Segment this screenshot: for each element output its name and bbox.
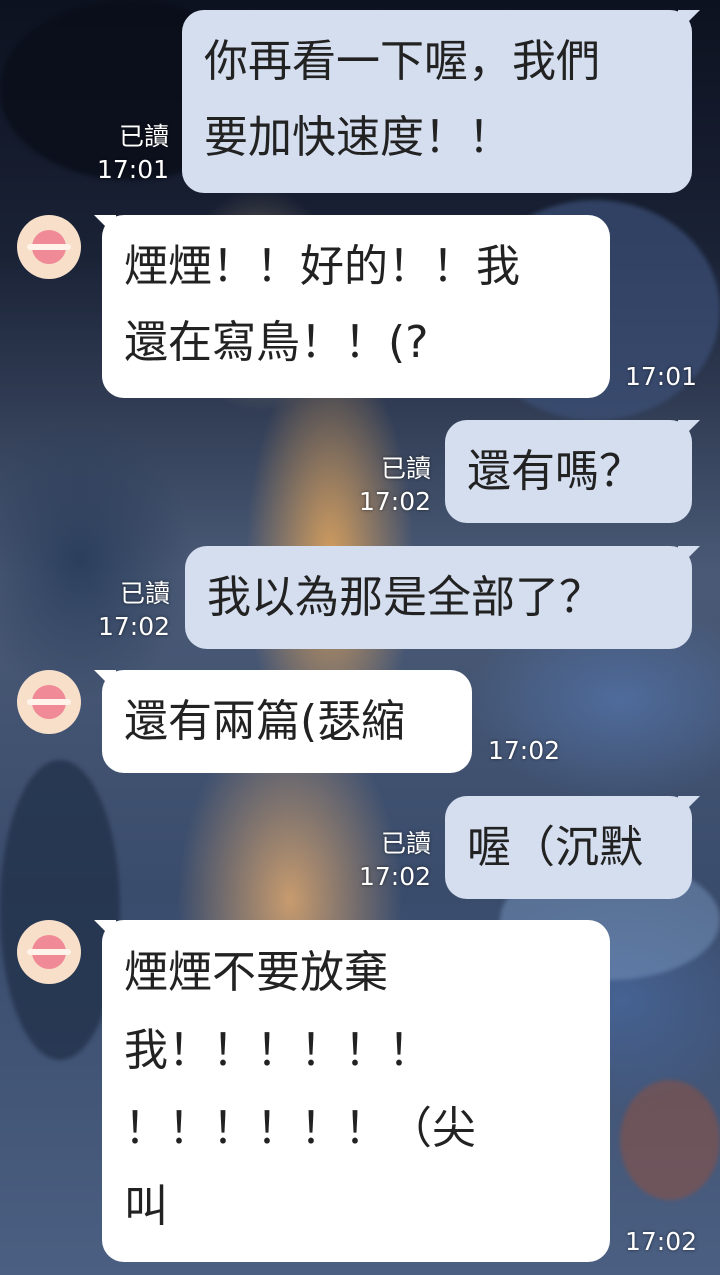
read-label: 已讀: [118, 122, 169, 151]
read-label: 已讀: [380, 454, 431, 483]
message-time: 17:02: [625, 1227, 698, 1256]
message-time: 17:02: [358, 862, 431, 891]
contact-avatar[interactable]: [17, 215, 81, 279]
read-status: 已讀 17:02: [359, 827, 431, 893]
read-status: 已讀 17:02: [98, 577, 170, 643]
message-time: 17:01: [96, 155, 169, 184]
contact-avatar[interactable]: [17, 670, 81, 734]
read-status: 已讀 17:02: [359, 452, 431, 518]
incoming-message[interactable]: 煙煙！！好的！！我 還在寫鳥！！(?: [102, 215, 610, 398]
outgoing-message[interactable]: 喔（沉默: [445, 796, 692, 899]
message-time: 17:01: [625, 362, 698, 391]
outgoing-message[interactable]: 還有嗎？: [445, 420, 692, 523]
read-label: 已讀: [380, 829, 431, 858]
message-time: 17:02: [358, 487, 431, 516]
contact-avatar[interactable]: [17, 920, 81, 984]
read-status: 已讀 17:01: [97, 120, 169, 186]
outgoing-message[interactable]: 你再看一下喔，我們 要加快速度！！: [182, 10, 692, 193]
outgoing-message[interactable]: 我以為那是全部了？: [185, 546, 692, 649]
incoming-message[interactable]: 還有兩篇(瑟縮: [102, 670, 472, 773]
message-time: 17:02: [488, 736, 561, 765]
incoming-message[interactable]: 煙煙不要放棄 我！！！！！！ ！！！！！！（尖 叫: [102, 920, 610, 1262]
read-label: 已讀: [119, 579, 170, 608]
message-time: 17:02: [97, 612, 170, 641]
